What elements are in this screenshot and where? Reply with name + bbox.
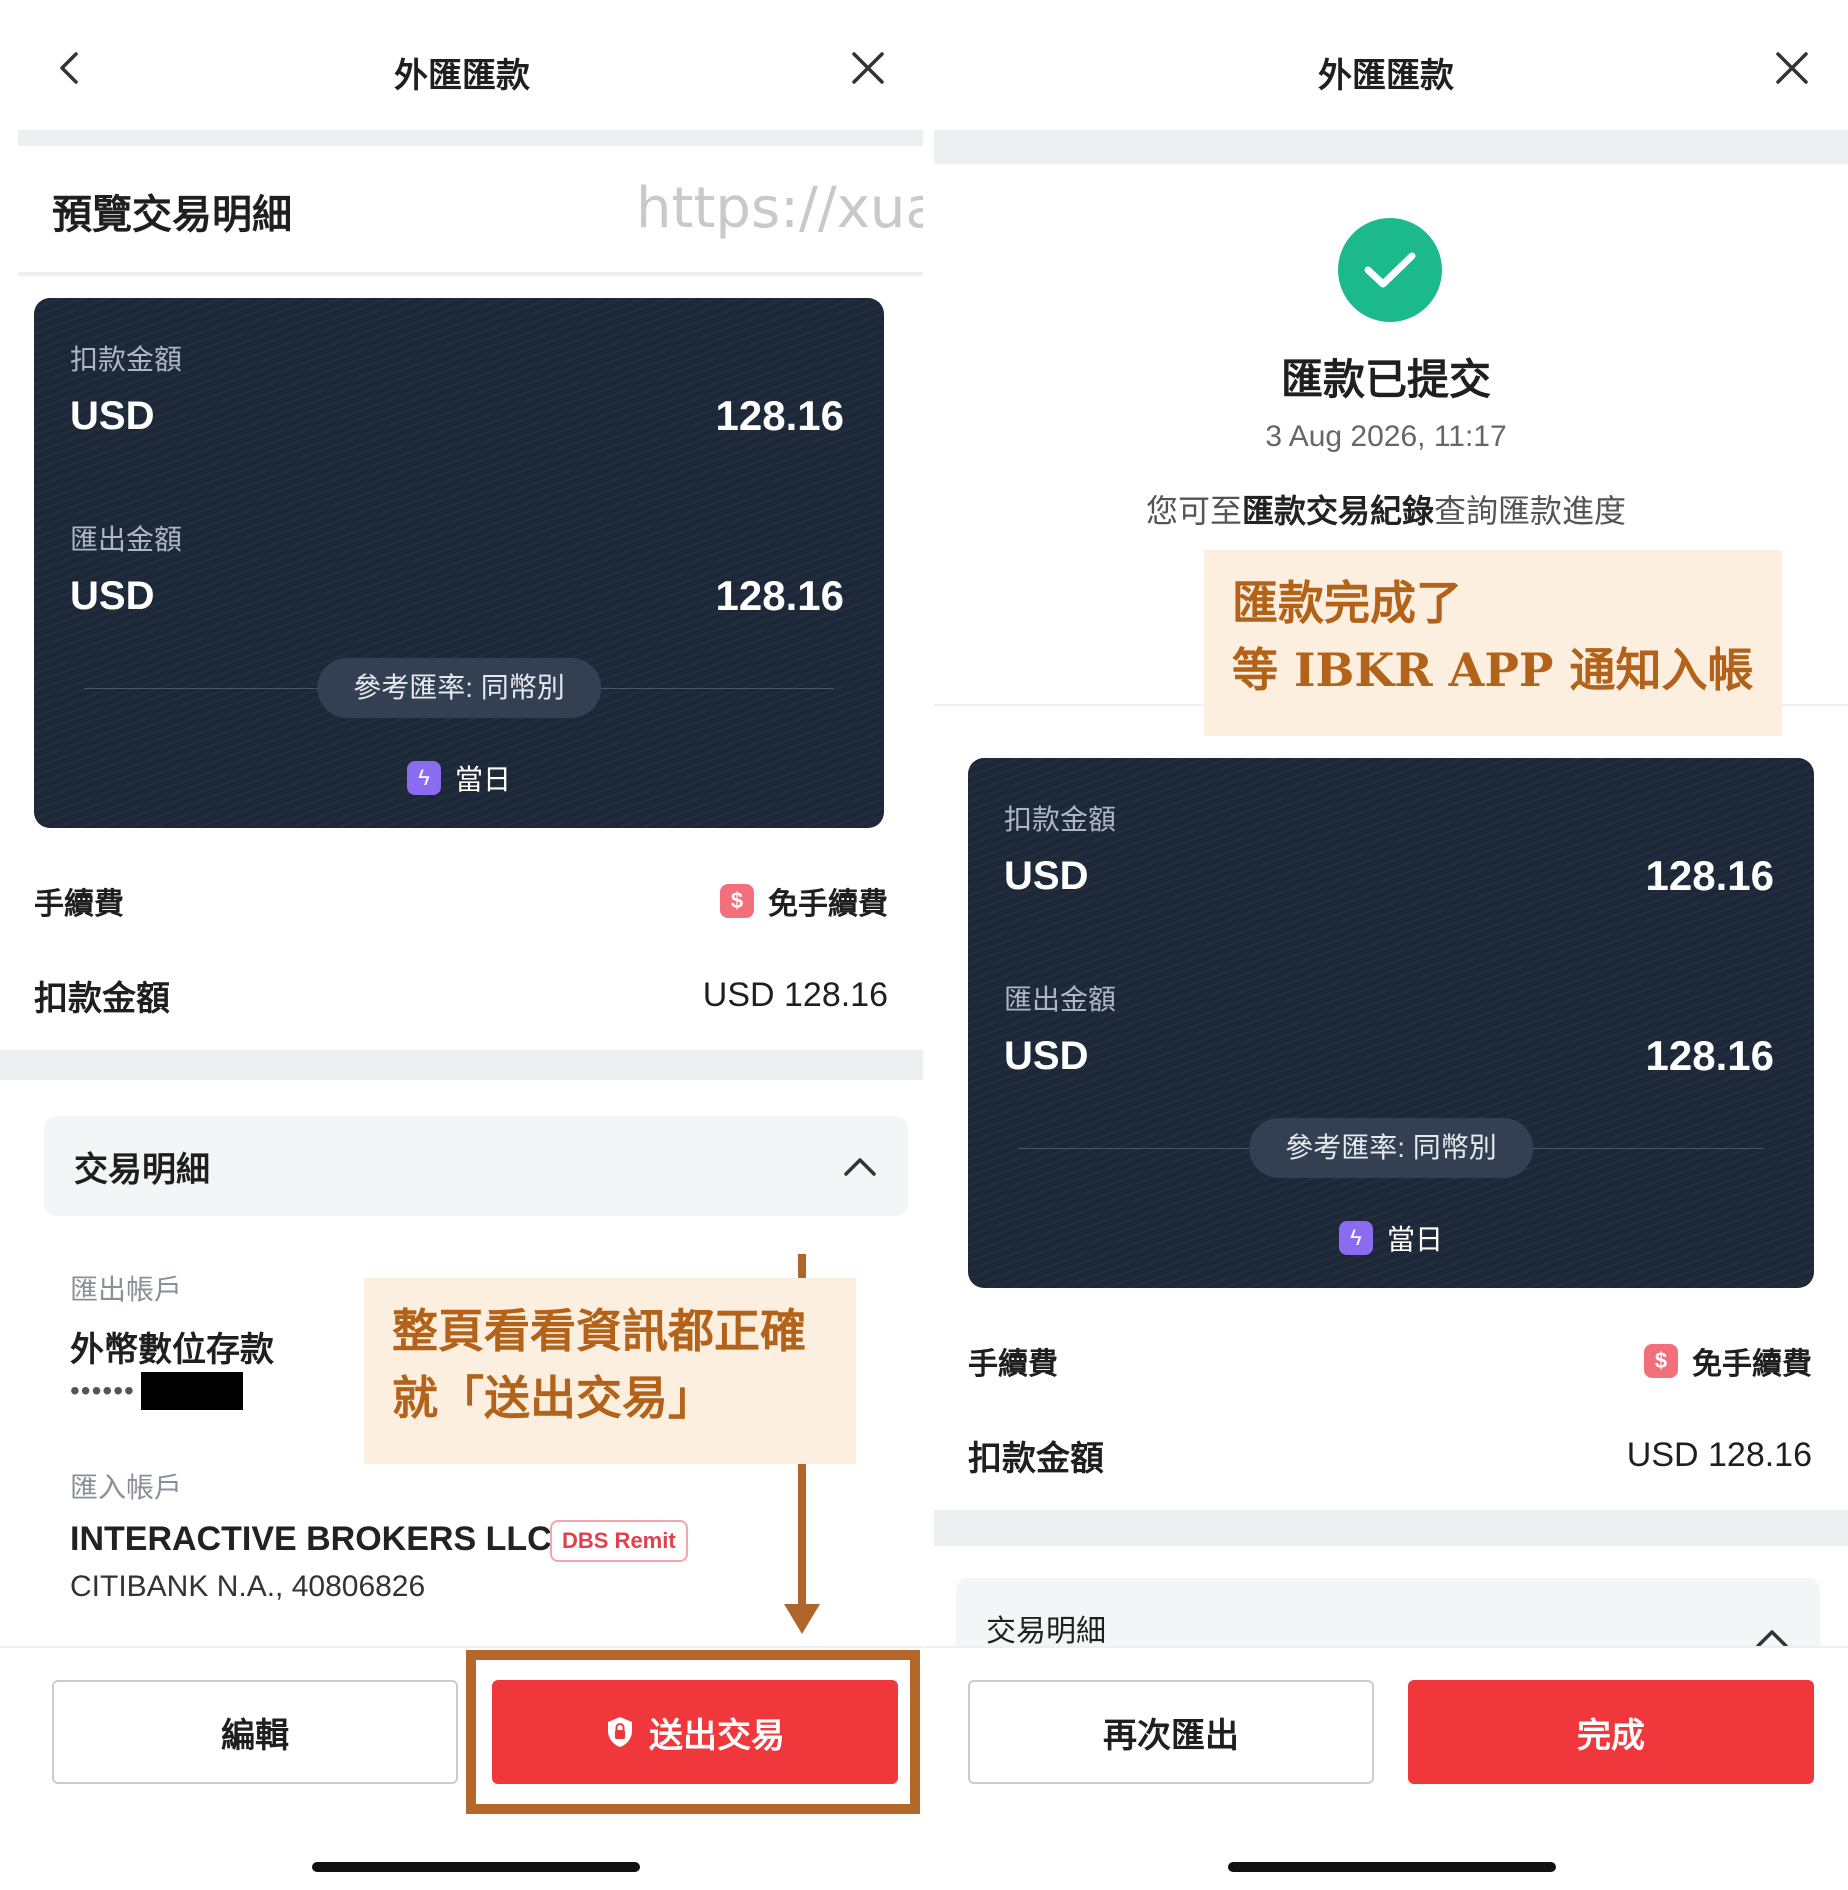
remittance-history-link[interactable]: 匯款交易紀錄: [1242, 493, 1434, 529]
debit-row: 扣款金額 USD 128.16: [34, 970, 888, 1020]
transaction-details-title: 交易明細: [74, 1150, 210, 1189]
fee-row: 手續費 $ 免手續費: [968, 1336, 1812, 1386]
redaction-block: [140, 1372, 243, 1410]
annotation-arrow: [798, 1464, 806, 1606]
remit-amount-value: 128.16: [715, 572, 844, 619]
submit-timestamp: 3 Aug 2026, 11:17: [1265, 420, 1507, 453]
close-icon[interactable]: [1772, 48, 1812, 88]
fee-label: 手續費: [968, 1348, 1058, 1381]
dollar-badge-icon: $: [1644, 1344, 1678, 1378]
transfer-speed: ϟ 當日: [1338, 1218, 1444, 1258]
chevron-up-icon: [844, 1158, 876, 1176]
annotation-arrow: [798, 1254, 806, 1278]
debit-amount-label: 扣款金額: [1004, 804, 1117, 835]
preview-screen: 外匯匯款 預覽交易明細 https://xuanstyl.com/ 扣款金額 U…: [0, 0, 924, 1890]
progress-hint: 您可至匯款交易紀錄查詢匯款進度: [924, 486, 1848, 532]
nav-bar: 外匯匯款: [0, 0, 924, 130]
nav-bar: 外匯匯款: [924, 0, 1848, 130]
transfer-speed-label: 當日: [454, 764, 512, 795]
edit-button[interactable]: 編輯: [52, 1680, 458, 1784]
debit-row-value: USD 128.16: [1626, 1435, 1812, 1474]
to-bank-info: CITIBANK N.A., 40806826: [70, 1570, 426, 1603]
annotation-line: 匯款完成了: [1232, 576, 1462, 630]
to-account-name: INTERACTIVE BROKERS LLC: [70, 1520, 552, 1558]
remit-amount-label: 匯出金額: [70, 524, 183, 555]
debit-currency: USD: [70, 394, 155, 438]
from-account-label: 匯出帳戶: [70, 1274, 183, 1305]
remit-again-button[interactable]: 再次匯出: [968, 1680, 1374, 1784]
fee-value: 免手續費: [1692, 1348, 1812, 1381]
amount-card: 扣款金額 USD 128.16 匯出金額 USD 128.16 參考匯率: 同幣…: [34, 298, 884, 828]
debit-amount-label: 扣款金額: [70, 344, 183, 375]
transfer-speed: ϟ 當日: [406, 758, 512, 798]
debit-row-value: USD 128.16: [702, 975, 888, 1014]
divider: [0, 1050, 924, 1080]
debit-row-label: 扣款金額: [968, 1439, 1104, 1478]
to-account-label: 匯入帳戶: [70, 1472, 183, 1503]
remit-currency: USD: [1004, 1034, 1089, 1078]
from-account-name: 外幣數位存款: [70, 1331, 274, 1369]
remit-amount-value: 128.16: [1645, 1032, 1774, 1079]
dollar-badge-icon: $: [720, 884, 754, 918]
debit-row-label: 扣款金額: [34, 979, 170, 1018]
page-title: 外匯匯款: [394, 57, 530, 95]
exchange-rate-pill: 參考匯率: 同幣別: [317, 658, 601, 718]
masked-dots: ••••••: [70, 1375, 135, 1406]
page-title: 外匯匯款: [1318, 57, 1454, 95]
fee-value: 免手續費: [768, 888, 888, 921]
annotation-line: 等 IBKR APP 通知入帳: [1232, 642, 1754, 697]
close-icon[interactable]: [848, 48, 888, 88]
success-screen: 外匯匯款 匯款已提交 3 Aug 2026, 11:17 您可至匯款交易紀錄查詢…: [924, 0, 1848, 1890]
home-indicator: [312, 1862, 640, 1872]
fee-label: 手續費: [34, 888, 124, 921]
annotation-line: 整頁看看資訊都正確: [392, 1304, 806, 1358]
annotation-highlight-box: [466, 1650, 920, 1814]
amount-card: 扣款金額 USD 128.16 匯出金額 USD 128.16 參考匯率: 同幣…: [968, 758, 1814, 1288]
transfer-speed-label: 當日: [1386, 1224, 1444, 1255]
watermark-text: https://xuanstyl.com/: [636, 176, 924, 241]
hint-text: 您可至: [1145, 493, 1242, 529]
lightning-icon: ϟ: [406, 761, 441, 795]
divider: [18, 130, 924, 146]
hint-text: 查詢匯款進度: [1434, 493, 1627, 529]
remit-tag: DBS Remit: [550, 1520, 688, 1562]
divider: [934, 1510, 1848, 1546]
done-button[interactable]: 完成: [1408, 1680, 1814, 1784]
divider: [934, 130, 1848, 164]
from-account-number: ••••••: [70, 1372, 243, 1410]
check-icon: [1338, 218, 1442, 322]
annotation-note: 整頁看看資訊都正確 就「送出交易」: [364, 1278, 856, 1464]
remit-currency: USD: [70, 574, 155, 618]
home-indicator: [1228, 1862, 1556, 1872]
annotation-note: 匯款完成了 等 IBKR APP 通知入帳: [1204, 550, 1782, 736]
divider: [18, 272, 924, 276]
fee-row: 手續費 $ 免手續費: [34, 876, 888, 926]
remit-amount-label: 匯出金額: [1004, 984, 1117, 1015]
exchange-rate-pill: 參考匯率: 同幣別: [1249, 1118, 1533, 1178]
annotation-arrowhead: [784, 1604, 820, 1634]
debit-amount-value: 128.16: [1645, 852, 1774, 899]
section-title: 預覽交易明細: [52, 193, 292, 237]
debit-row: 扣款金額 USD 128.16: [968, 1430, 1812, 1480]
transaction-details-title: 交易明細: [986, 1615, 1106, 1648]
success-title: 匯款已提交: [1280, 356, 1491, 403]
lightning-icon: ϟ: [1338, 1221, 1373, 1255]
transaction-details-toggle[interactable]: 交易明細: [44, 1116, 908, 1216]
debit-amount-value: 128.16: [715, 392, 844, 439]
debit-currency: USD: [1004, 854, 1089, 898]
annotation-line: 就「送出交易」: [392, 1370, 714, 1425]
